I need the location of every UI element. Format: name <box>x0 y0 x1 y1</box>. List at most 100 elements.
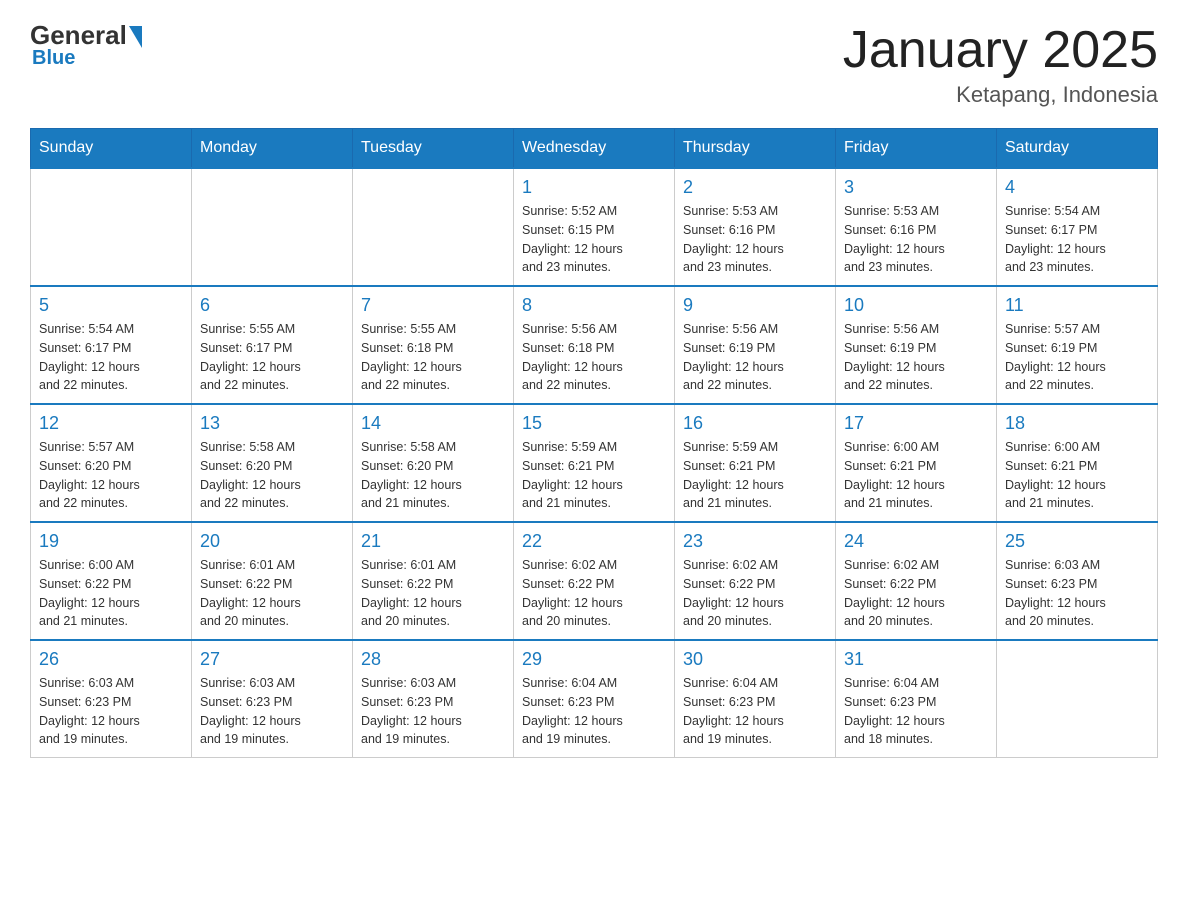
calendar-cell: 27Sunrise: 6:03 AMSunset: 6:23 PMDayligh… <box>192 640 353 758</box>
week-row-4: 19 Sunrise: 6:00 AMSunset: 6:22 PMDayligh… <box>31 522 1158 640</box>
day-number: 31 <box>844 649 988 670</box>
calendar-header-row: SundayMondayTuesdayWednesdayThursdayFrid… <box>31 129 1158 169</box>
calendar-cell: 31Sunrise: 6:04 AMSunset: 6:23 PMDayligh… <box>836 640 997 758</box>
day-info: Sunrise: 5:57 AMSunset: 6:20 PMDaylight:… <box>39 438 183 513</box>
calendar-cell: 9 Sunrise: 5:56 AMSunset: 6:19 PMDaylight… <box>675 286 836 404</box>
day-info: Sunrise: 5:54 AMSunset: 6:17 PMDaylight:… <box>1005 202 1149 277</box>
day-info: Sunrise: 5:58 AMSunset: 6:20 PMDaylight:… <box>361 438 505 513</box>
day-info: Sunrise: 5:53 AMSunset: 6:16 PMDaylight:… <box>844 202 988 277</box>
calendar-cell: 11 Sunrise: 5:57 AMSunset: 6:19 PMDayligh… <box>997 286 1158 404</box>
day-info: Sunrise: 6:04 AMSunset: 6:23 PMDaylight:… <box>522 674 666 749</box>
day-number: 4 <box>1005 177 1149 198</box>
logo-arrow-icon <box>129 26 142 48</box>
calendar-cell: 28 Sunrise: 6:03 AMSunset: 6:23 PMDayligh… <box>353 640 514 758</box>
calendar-cell: 12 Sunrise: 5:57 AMSunset: 6:20 PMDayligh… <box>31 404 192 522</box>
week-row-1: 1Sunrise: 5:52 AMSunset: 6:15 PMDaylight… <box>31 168 1158 286</box>
day-info: Sunrise: 6:02 AMSunset: 6:22 PMDaylight:… <box>522 556 666 631</box>
day-number: 25 <box>1005 531 1149 552</box>
day-info: Sunrise: 6:03 AMSunset: 6:23 PMDaylight:… <box>39 674 183 749</box>
calendar-cell: 8 Sunrise: 5:56 AMSunset: 6:18 PMDaylight… <box>514 286 675 404</box>
day-number: 27 <box>200 649 344 670</box>
title-area: January 2025 Ketapang, Indonesia <box>843 20 1158 108</box>
calendar-cell: 29 Sunrise: 6:04 AMSunset: 6:23 PMDayligh… <box>514 640 675 758</box>
day-info: Sunrise: 5:58 AMSunset: 6:20 PMDaylight:… <box>200 438 344 513</box>
logo: General Blue <box>30 20 142 70</box>
calendar-cell: 22 Sunrise: 6:02 AMSunset: 6:22 PMDayligh… <box>514 522 675 640</box>
calendar-cell: 30Sunrise: 6:04 AMSunset: 6:23 PMDayligh… <box>675 640 836 758</box>
day-number: 19 <box>39 531 183 552</box>
day-number: 7 <box>361 295 505 316</box>
calendar-cell: 21Sunrise: 6:01 AMSunset: 6:22 PMDayligh… <box>353 522 514 640</box>
day-info: Sunrise: 5:54 AMSunset: 6:17 PMDaylight:… <box>39 320 183 395</box>
location: Ketapang, Indonesia <box>843 82 1158 108</box>
calendar-cell: 25Sunrise: 6:03 AMSunset: 6:23 PMDayligh… <box>997 522 1158 640</box>
day-number: 28 <box>361 649 505 670</box>
day-number: 13 <box>200 413 344 434</box>
calendar-cell <box>353 168 514 286</box>
day-number: 29 <box>522 649 666 670</box>
day-info: Sunrise: 5:56 AMSunset: 6:19 PMDaylight:… <box>844 320 988 395</box>
weekday-header-thursday: Thursday <box>675 129 836 169</box>
day-info: Sunrise: 5:56 AMSunset: 6:18 PMDaylight:… <box>522 320 666 395</box>
calendar-cell: 24 Sunrise: 6:02 AMSunset: 6:22 PMDayligh… <box>836 522 997 640</box>
day-number: 30 <box>683 649 827 670</box>
week-row-5: 26Sunrise: 6:03 AMSunset: 6:23 PMDayligh… <box>31 640 1158 758</box>
calendar-cell: 17Sunrise: 6:00 AMSunset: 6:21 PMDayligh… <box>836 404 997 522</box>
day-number: 3 <box>844 177 988 198</box>
day-info: Sunrise: 5:53 AMSunset: 6:16 PMDaylight:… <box>683 202 827 277</box>
weekday-header-sunday: Sunday <box>31 129 192 169</box>
weekday-header-wednesday: Wednesday <box>514 129 675 169</box>
day-info: Sunrise: 5:57 AMSunset: 6:19 PMDaylight:… <box>1005 320 1149 395</box>
day-number: 5 <box>39 295 183 316</box>
calendar-cell: 4 Sunrise: 5:54 AMSunset: 6:17 PMDaylight… <box>997 168 1158 286</box>
calendar-cell: 16 Sunrise: 5:59 AMSunset: 6:21 PMDayligh… <box>675 404 836 522</box>
day-info: Sunrise: 5:59 AMSunset: 6:21 PMDaylight:… <box>522 438 666 513</box>
weekday-header-saturday: Saturday <box>997 129 1158 169</box>
calendar-cell: 10 Sunrise: 5:56 AMSunset: 6:19 PMDayligh… <box>836 286 997 404</box>
day-number: 12 <box>39 413 183 434</box>
calendar-cell: 26Sunrise: 6:03 AMSunset: 6:23 PMDayligh… <box>31 640 192 758</box>
day-number: 2 <box>683 177 827 198</box>
calendar-cell: 18Sunrise: 6:00 AMSunset: 6:21 PMDayligh… <box>997 404 1158 522</box>
day-number: 11 <box>1005 295 1149 316</box>
day-number: 15 <box>522 413 666 434</box>
day-info: Sunrise: 6:03 AMSunset: 6:23 PMDaylight:… <box>361 674 505 749</box>
calendar-cell: 19 Sunrise: 6:00 AMSunset: 6:22 PMDayligh… <box>31 522 192 640</box>
calendar-cell: 6 Sunrise: 5:55 AMSunset: 6:17 PMDaylight… <box>192 286 353 404</box>
day-info: Sunrise: 5:59 AMSunset: 6:21 PMDaylight:… <box>683 438 827 513</box>
day-number: 8 <box>522 295 666 316</box>
calendar-table: SundayMondayTuesdayWednesdayThursdayFrid… <box>30 128 1158 758</box>
month-title: January 2025 <box>843 20 1158 80</box>
week-row-2: 5 Sunrise: 5:54 AMSunset: 6:17 PMDaylight… <box>31 286 1158 404</box>
day-number: 6 <box>200 295 344 316</box>
day-number: 1 <box>522 177 666 198</box>
calendar-cell: 14 Sunrise: 5:58 AMSunset: 6:20 PMDayligh… <box>353 404 514 522</box>
day-number: 16 <box>683 413 827 434</box>
calendar-cell: 2 Sunrise: 5:53 AMSunset: 6:16 PMDaylight… <box>675 168 836 286</box>
calendar-cell: 1Sunrise: 5:52 AMSunset: 6:15 PMDaylight… <box>514 168 675 286</box>
day-number: 14 <box>361 413 505 434</box>
page-header: General Blue January 2025 Ketapang, Indo… <box>30 20 1158 108</box>
day-number: 23 <box>683 531 827 552</box>
day-number: 22 <box>522 531 666 552</box>
calendar-cell <box>31 168 192 286</box>
day-info: Sunrise: 5:56 AMSunset: 6:19 PMDaylight:… <box>683 320 827 395</box>
day-number: 9 <box>683 295 827 316</box>
calendar-cell <box>192 168 353 286</box>
weekday-header-monday: Monday <box>192 129 353 169</box>
day-info: Sunrise: 5:55 AMSunset: 6:17 PMDaylight:… <box>200 320 344 395</box>
day-number: 24 <box>844 531 988 552</box>
day-number: 20 <box>200 531 344 552</box>
day-number: 17 <box>844 413 988 434</box>
day-info: Sunrise: 6:00 AMSunset: 6:21 PMDaylight:… <box>1005 438 1149 513</box>
day-info: Sunrise: 5:55 AMSunset: 6:18 PMDaylight:… <box>361 320 505 395</box>
day-info: Sunrise: 6:00 AMSunset: 6:22 PMDaylight:… <box>39 556 183 631</box>
calendar-cell: 20Sunrise: 6:01 AMSunset: 6:22 PMDayligh… <box>192 522 353 640</box>
calendar-cell <box>997 640 1158 758</box>
day-info: Sunrise: 6:02 AMSunset: 6:22 PMDaylight:… <box>844 556 988 631</box>
day-number: 10 <box>844 295 988 316</box>
logo-blue-text: Blue <box>32 47 75 70</box>
day-number: 21 <box>361 531 505 552</box>
weekday-header-tuesday: Tuesday <box>353 129 514 169</box>
calendar-cell: 13 Sunrise: 5:58 AMSunset: 6:20 PMDayligh… <box>192 404 353 522</box>
